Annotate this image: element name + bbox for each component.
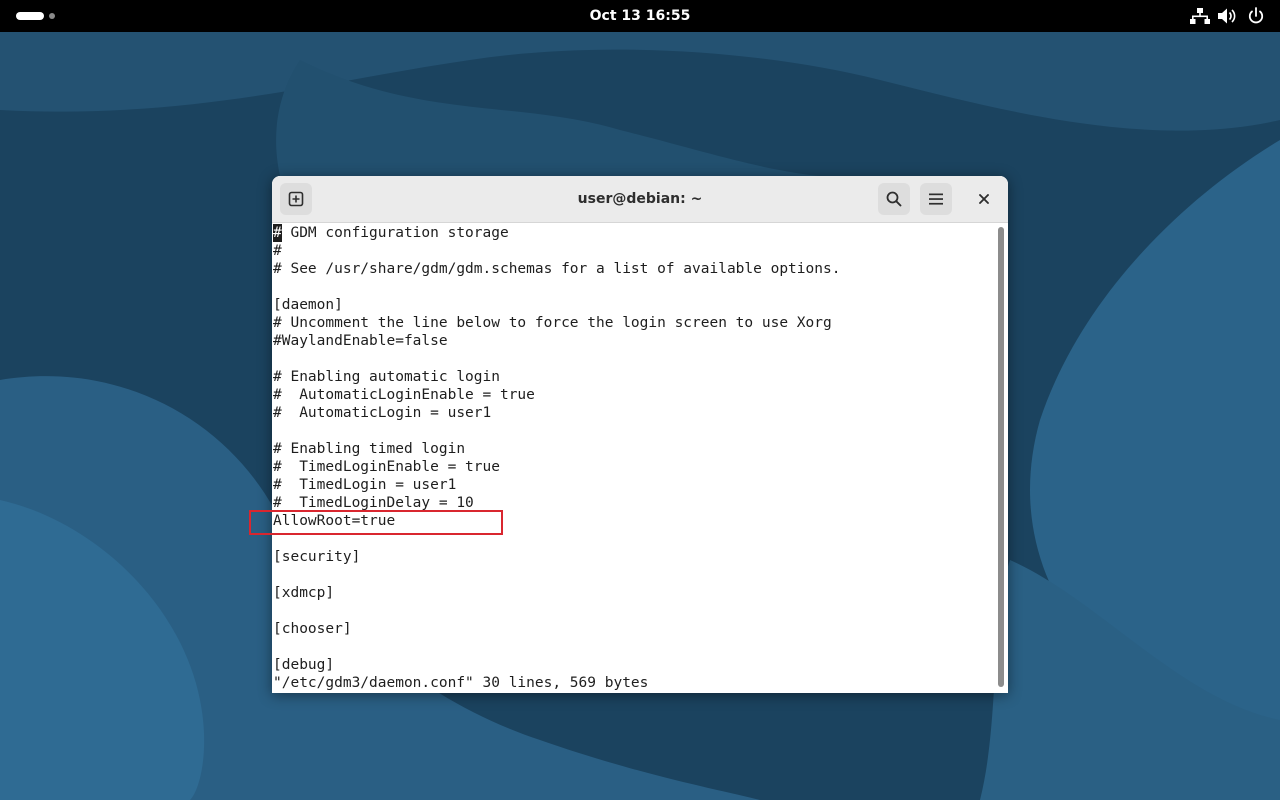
terminal-content[interactable]: # GDM configuration storage # # See /usr… <box>272 223 994 693</box>
terminal-window: user@debian: ~ # GDM configuration stora… <box>272 176 1008 693</box>
terminal-line: # <box>273 243 282 259</box>
close-button[interactable] <box>972 187 996 211</box>
search-icon <box>886 191 902 207</box>
network-wired-icon[interactable] <box>1189 0 1211 32</box>
terminal-line: # See /usr/share/gdm/gdm.schemas for a l… <box>273 261 841 277</box>
close-icon <box>979 194 989 204</box>
workspace-dot-icon <box>49 13 55 19</box>
terminal-line: # TimedLoginEnable = true <box>273 459 500 475</box>
terminal-line: # TimedLogin = user1 <box>273 477 457 493</box>
power-icon[interactable] <box>1245 0 1267 32</box>
terminal-line: #WaylandEnable=false <box>273 333 448 349</box>
new-tab-button[interactable] <box>280 183 312 215</box>
activities-button[interactable] <box>12 8 62 24</box>
main-menu-button[interactable] <box>920 183 952 215</box>
terminal-status-line: "/etc/gdm3/daemon.conf" 30 lines, 569 by… <box>273 675 649 691</box>
terminal-line: # GDM configuration storage <box>273 224 509 242</box>
desktop: Oct 13 16:55 user@debian: ~ # GDM config… <box>0 0 1280 800</box>
terminal-line-allowroot: AllowRoot=true <box>273 513 396 529</box>
window-header-bar: user@debian: ~ <box>272 176 1008 223</box>
new-tab-icon <box>288 191 304 207</box>
scrollbar-thumb[interactable] <box>998 227 1004 687</box>
volume-icon[interactable] <box>1216 0 1238 32</box>
top-bar: Oct 13 16:55 <box>0 0 1280 32</box>
terminal-line: # AutomaticLogin = user1 <box>273 405 492 421</box>
terminal-line: # Enabling automatic login <box>273 369 500 385</box>
terminal-line: # AutomaticLoginEnable = true <box>273 387 535 403</box>
terminal-line: # Enabling timed login <box>273 441 466 457</box>
search-button[interactable] <box>878 183 910 215</box>
window-title: user@debian: ~ <box>577 191 703 207</box>
terminal-line: # Uncomment the line below to force the … <box>273 315 832 331</box>
hamburger-menu-icon <box>929 193 943 205</box>
terminal-line: [daemon] <box>273 297 343 313</box>
terminal-line: # TimedLoginDelay = 10 <box>273 495 474 511</box>
terminal-line: [xdmcp] <box>273 585 335 601</box>
terminal-line: [security] <box>273 549 361 565</box>
terminal-cursor: # <box>273 224 282 242</box>
workspace-indicator-icon <box>16 12 44 20</box>
clock[interactable]: Oct 13 16:55 <box>540 0 740 32</box>
terminal-line: [chooser] <box>273 621 352 637</box>
scrollbar[interactable] <box>994 223 1008 693</box>
terminal-line: [debug] <box>273 657 335 673</box>
